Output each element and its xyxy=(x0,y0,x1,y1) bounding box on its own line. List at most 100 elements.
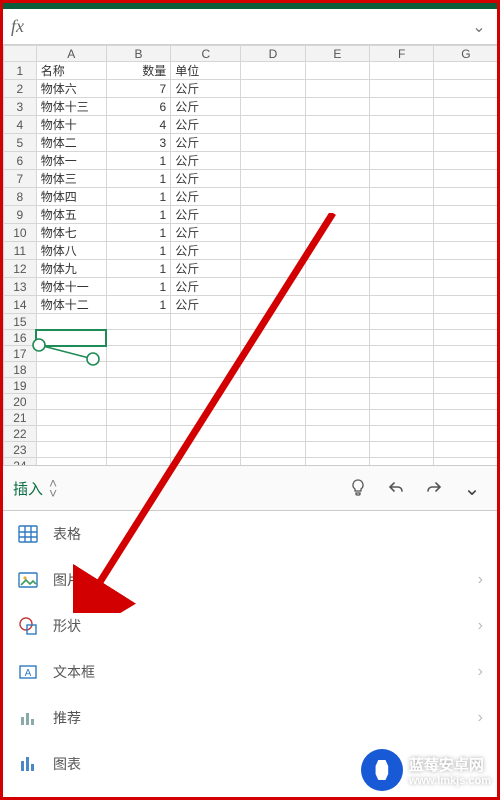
cell-F21[interactable] xyxy=(369,410,433,426)
cell-F3[interactable] xyxy=(369,98,433,116)
cell-F23[interactable] xyxy=(369,442,433,458)
cell-A17[interactable] xyxy=(36,346,106,362)
row-header[interactable]: 14 xyxy=(4,296,37,314)
cell-E7[interactable] xyxy=(305,170,369,188)
cell-E2[interactable] xyxy=(305,80,369,98)
row-header[interactable]: 15 xyxy=(4,314,37,330)
cell-D16[interactable] xyxy=(241,330,305,346)
insert-group-picture[interactable]: 图片› xyxy=(3,557,497,603)
cell-A15[interactable] xyxy=(36,314,106,330)
cell-B19[interactable] xyxy=(106,378,170,394)
row-header[interactable]: 22 xyxy=(4,426,37,442)
cell-B16[interactable] xyxy=(106,330,170,346)
cell-E10[interactable] xyxy=(305,224,369,242)
cell-G10[interactable] xyxy=(434,224,497,242)
cell-A8[interactable]: 物体四 xyxy=(36,188,106,206)
cell-F20[interactable] xyxy=(369,394,433,410)
cell-G6[interactable] xyxy=(434,152,497,170)
cell-F15[interactable] xyxy=(369,314,433,330)
cell-F1[interactable] xyxy=(369,62,433,80)
cell-B8[interactable]: 1 xyxy=(106,188,170,206)
row-header[interactable]: 24 xyxy=(4,458,37,466)
row-header[interactable]: 21 xyxy=(4,410,37,426)
cell-D9[interactable] xyxy=(241,206,305,224)
cell-F16[interactable] xyxy=(369,330,433,346)
cell-F22[interactable] xyxy=(369,426,433,442)
table-row[interactable]: 18 xyxy=(4,362,498,378)
cell-E14[interactable] xyxy=(305,296,369,314)
cell-G11[interactable] xyxy=(434,242,497,260)
cell-G15[interactable] xyxy=(434,314,497,330)
cell-F8[interactable] xyxy=(369,188,433,206)
table-row[interactable]: 17 xyxy=(4,346,498,362)
cell-B1[interactable]: 数量 xyxy=(106,62,170,80)
cell-C17[interactable] xyxy=(171,346,241,362)
col-header-F[interactable]: F xyxy=(369,46,433,62)
cell-B4[interactable]: 4 xyxy=(106,116,170,134)
cell-F9[interactable] xyxy=(369,206,433,224)
cell-C15[interactable] xyxy=(171,314,241,330)
cell-D3[interactable] xyxy=(241,98,305,116)
cell-A20[interactable] xyxy=(36,394,106,410)
cell-D24[interactable] xyxy=(241,458,305,466)
table-row[interactable]: 10物体七1公斤 xyxy=(4,224,498,242)
table-row[interactable]: 9物体五1公斤 xyxy=(4,206,498,224)
row-header[interactable]: 5 xyxy=(4,134,37,152)
cell-C2[interactable]: 公斤 xyxy=(171,80,241,98)
cell-F19[interactable] xyxy=(369,378,433,394)
table-row[interactable]: 22 xyxy=(4,426,498,442)
cell-C6[interactable]: 公斤 xyxy=(171,152,241,170)
cell-G12[interactable] xyxy=(434,260,497,278)
cell-D14[interactable] xyxy=(241,296,305,314)
cell-E19[interactable] xyxy=(305,378,369,394)
ribbon-tab-insert[interactable]: 插入 xyxy=(13,478,43,499)
cell-F13[interactable] xyxy=(369,278,433,296)
cell-A6[interactable]: 物体一 xyxy=(36,152,106,170)
cell-F17[interactable] xyxy=(369,346,433,362)
table-row[interactable]: 8物体四1公斤 xyxy=(4,188,498,206)
cell-B3[interactable]: 6 xyxy=(106,98,170,116)
spreadsheet[interactable]: ABCDEFGH1名称数量单位2物体六7公斤3物体十三6公斤4物体十4公斤5物体… xyxy=(3,45,497,465)
cell-E15[interactable] xyxy=(305,314,369,330)
cell-C9[interactable]: 公斤 xyxy=(171,206,241,224)
cell-G3[interactable] xyxy=(434,98,497,116)
cell-E4[interactable] xyxy=(305,116,369,134)
cell-D7[interactable] xyxy=(241,170,305,188)
cell-E22[interactable] xyxy=(305,426,369,442)
cell-C18[interactable] xyxy=(171,362,241,378)
cell-B14[interactable]: 1 xyxy=(106,296,170,314)
cell-E18[interactable] xyxy=(305,362,369,378)
cell-E21[interactable] xyxy=(305,410,369,426)
insert-group-shape[interactable]: 形状› xyxy=(3,603,497,649)
cell-A18[interactable] xyxy=(36,362,106,378)
cell-B22[interactable] xyxy=(106,426,170,442)
cell-C12[interactable]: 公斤 xyxy=(171,260,241,278)
cell-G19[interactable] xyxy=(434,378,497,394)
cell-B9[interactable]: 1 xyxy=(106,206,170,224)
cell-A1[interactable]: 名称 xyxy=(36,62,106,80)
cell-A16[interactable] xyxy=(36,330,106,346)
table-row[interactable]: 16 xyxy=(4,330,498,346)
formula-input[interactable] xyxy=(30,13,469,41)
chevron-down-icon[interactable]: ⌄ xyxy=(457,473,487,503)
cell-F5[interactable] xyxy=(369,134,433,152)
table-row[interactable]: 21 xyxy=(4,410,498,426)
cell-F12[interactable] xyxy=(369,260,433,278)
cell-B10[interactable]: 1 xyxy=(106,224,170,242)
insert-group-recommend[interactable]: 推荐› xyxy=(3,695,497,741)
cell-C7[interactable]: 公斤 xyxy=(171,170,241,188)
cell-F2[interactable] xyxy=(369,80,433,98)
cell-A21[interactable] xyxy=(36,410,106,426)
col-header-B[interactable]: B xyxy=(106,46,170,62)
cell-F11[interactable] xyxy=(369,242,433,260)
cell-C22[interactable] xyxy=(171,426,241,442)
cell-G23[interactable] xyxy=(434,442,497,458)
row-header[interactable]: 11 xyxy=(4,242,37,260)
cell-D21[interactable] xyxy=(241,410,305,426)
table-row[interactable]: 15 xyxy=(4,314,498,330)
cell-C8[interactable]: 公斤 xyxy=(171,188,241,206)
cell-A2[interactable]: 物体六 xyxy=(36,80,106,98)
cell-G16[interactable] xyxy=(434,330,497,346)
col-header-G[interactable]: G xyxy=(434,46,497,62)
cell-A4[interactable]: 物体十 xyxy=(36,116,106,134)
